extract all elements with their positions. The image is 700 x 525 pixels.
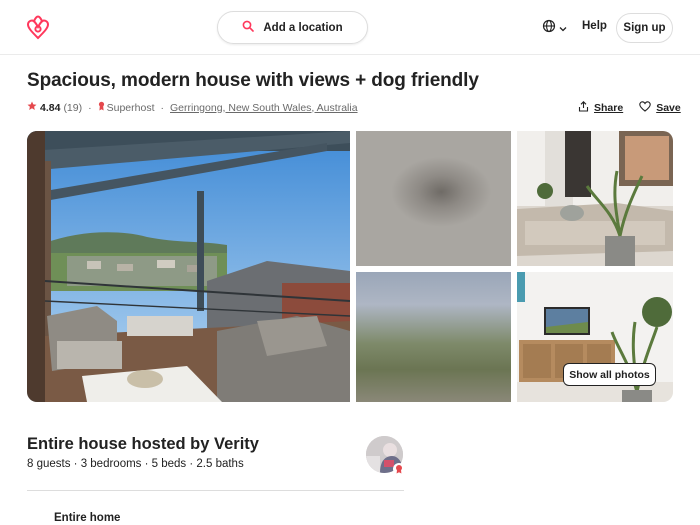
airbnb-logo-icon[interactable] [26, 15, 50, 41]
save-label: Save [656, 102, 681, 114]
separator-dot: · [88, 101, 92, 114]
sign-up-button[interactable]: Sign up [616, 13, 673, 43]
search-label: Add a location [263, 21, 343, 34]
share-button[interactable]: Share [578, 101, 623, 115]
feature-entire-home-title: Entire home [54, 512, 121, 524]
review-count[interactable]: (19) [63, 102, 82, 114]
chevron-down-icon [559, 19, 567, 37]
help-link[interactable]: Help [582, 20, 607, 32]
photo-blurred-interior[interactable] [356, 131, 511, 266]
superhost-label: Superhost [106, 101, 155, 114]
superhost-icon [98, 101, 105, 114]
listing-meta: 4.84 (19) · Superhost · Gerringong, New … [27, 101, 358, 114]
host-title: Entire house hosted by Verity [27, 435, 259, 453]
section-divider [27, 490, 404, 491]
top-nav: Add a location Help Sign up [0, 0, 700, 55]
photo-living-room[interactable] [517, 131, 673, 266]
star-icon [27, 101, 37, 114]
share-icon [578, 101, 589, 115]
globe-icon [542, 19, 556, 38]
listing-actions: Share Save [578, 101, 681, 115]
superhost-badge-icon [393, 463, 405, 475]
rating-value: 4.84 [40, 101, 61, 114]
location-link[interactable]: Gerringong, New South Wales, Australia [170, 102, 358, 114]
search-icon [242, 19, 255, 37]
language-button[interactable] [542, 19, 567, 37]
photo-blurred-view[interactable] [356, 272, 511, 402]
heart-icon [639, 101, 651, 115]
main-photo-balcony[interactable] [27, 131, 350, 402]
show-all-photos-button[interactable]: Show all photos [563, 363, 656, 386]
listing-capacity: 8 guests · 3 bedrooms · 5 beds · 2.5 bat… [27, 458, 244, 470]
listing-title: Spacious, modern house with views + dog … [27, 70, 479, 91]
separator-dot: · [160, 101, 165, 114]
save-button[interactable]: Save [639, 101, 681, 115]
search-bar-button[interactable]: Add a location [217, 11, 368, 44]
share-label: Share [594, 102, 624, 114]
